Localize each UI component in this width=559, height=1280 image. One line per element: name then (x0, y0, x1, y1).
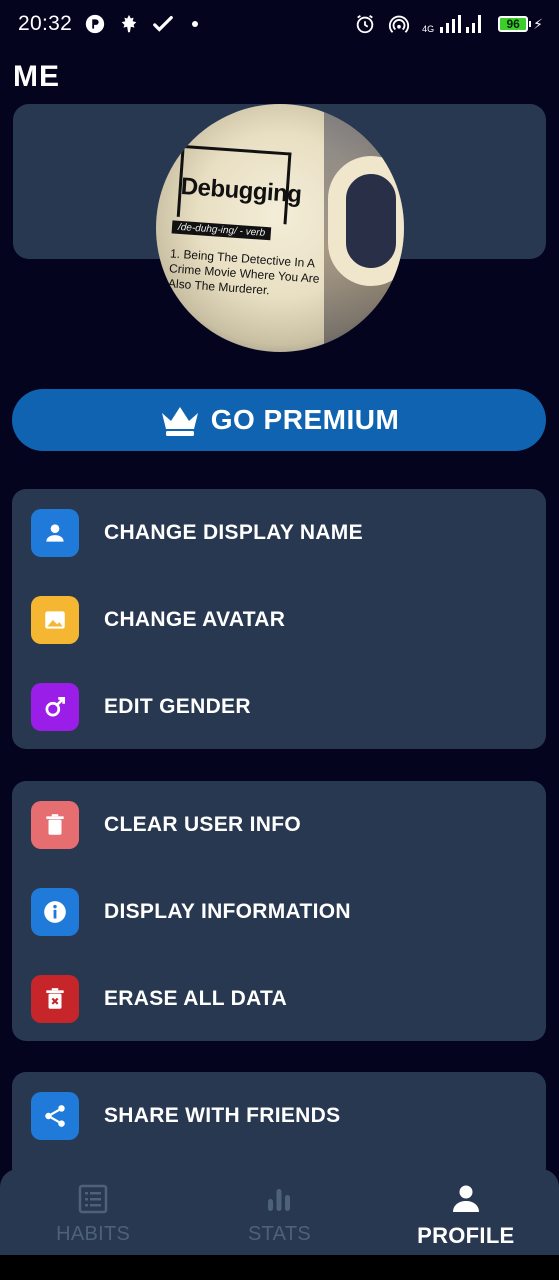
share-with-friends-label: SHARE WITH FRIENDS (104, 1103, 341, 1127)
tab-profile[interactable]: PROFILE (373, 1169, 559, 1255)
dot-icon (192, 21, 199, 27)
crown-icon (159, 403, 201, 437)
tab-stats[interactable]: STATS (186, 1169, 372, 1255)
display-information-button[interactable]: DISPLAY INFORMATION (12, 868, 546, 955)
status-bar-left: 20:32 (18, 12, 199, 36)
info-icon (31, 887, 79, 936)
clear-user-info-button[interactable]: CLEAR USER INFO (12, 781, 546, 868)
delete-forever-icon (31, 974, 79, 1023)
tab-profile-label: PROFILE (417, 1223, 515, 1248)
mug-phonetic: /de-duhg-ing/ - verb (171, 220, 272, 241)
clear-user-info-label: CLEAR USER INFO (104, 812, 302, 836)
erase-all-data-button[interactable]: ERASE ALL DATA (12, 955, 546, 1042)
share-card: SHARE WITH FRIENDS (12, 1072, 546, 1182)
status-time: 20:32 (18, 12, 73, 35)
list-icon (77, 1183, 109, 1215)
image-icon (31, 595, 79, 644)
share-with-friends-button[interactable]: SHARE WITH FRIENDS (12, 1072, 546, 1159)
bar-chart-icon (263, 1183, 295, 1215)
status-bar: 20:32 4G 96 ⚡ (0, 0, 559, 48)
change-display-name-label: CHANGE DISPLAY NAME (104, 520, 363, 544)
avatar[interactable]: Debugging /de-duhg-ing/ - verb 1. Being … (156, 104, 404, 352)
mug-definition: 1. Being The Detective In A Crime Movie … (167, 246, 320, 298)
profile-settings-card: CHANGE DISPLAY NAME CHANGE AVATAR EDIT G… (12, 489, 546, 749)
tab-stats-label: STATS (248, 1223, 311, 1245)
check-icon (152, 13, 174, 35)
app-p-icon (84, 13, 106, 35)
signal-icon (438, 13, 486, 35)
male-icon (31, 682, 79, 731)
mug-print: Debugging /de-duhg-ing/ - verb 1. Being … (168, 138, 340, 297)
maple-leaf-icon (118, 13, 140, 35)
tab-habits-label: HABITS (56, 1223, 131, 1245)
go-premium-button[interactable]: GO PREMIUM (12, 389, 546, 451)
battery-tip (529, 21, 532, 27)
edit-gender-button[interactable]: EDIT GENDER (12, 663, 546, 750)
battery-level: 96 (498, 16, 529, 32)
share-icon (31, 1091, 79, 1140)
edit-gender-label: EDIT GENDER (104, 694, 251, 718)
change-display-name-button[interactable]: CHANGE DISPLAY NAME (12, 489, 546, 576)
charging-icon: ⚡ (533, 15, 543, 32)
hotspot-icon (388, 13, 410, 35)
alarm-icon (354, 13, 376, 35)
mug-handle (328, 156, 404, 286)
person-icon (31, 508, 79, 557)
display-information-label: DISPLAY INFORMATION (104, 899, 351, 923)
battery-icon: 96 ⚡ (498, 16, 543, 33)
status-bar-right: 4G 96 ⚡ (354, 13, 543, 35)
system-navigation-bar (0, 1255, 559, 1280)
person-icon (450, 1183, 482, 1215)
erase-all-data-label: ERASE ALL DATA (104, 986, 288, 1010)
go-premium-label: GO PREMIUM (210, 404, 400, 435)
page-title: ME (13, 60, 60, 93)
trash-icon (31, 800, 79, 849)
tab-habits[interactable]: HABITS (0, 1169, 186, 1255)
bottom-navigation: HABITS STATS PROFILE (0, 1169, 559, 1255)
change-avatar-label: CHANGE AVATAR (104, 607, 286, 631)
change-avatar-button[interactable]: CHANGE AVATAR (12, 576, 546, 663)
network-type-label: 4G (422, 24, 435, 34)
data-settings-card: CLEAR USER INFO DISPLAY INFORMATION ERAS… (12, 781, 546, 1041)
